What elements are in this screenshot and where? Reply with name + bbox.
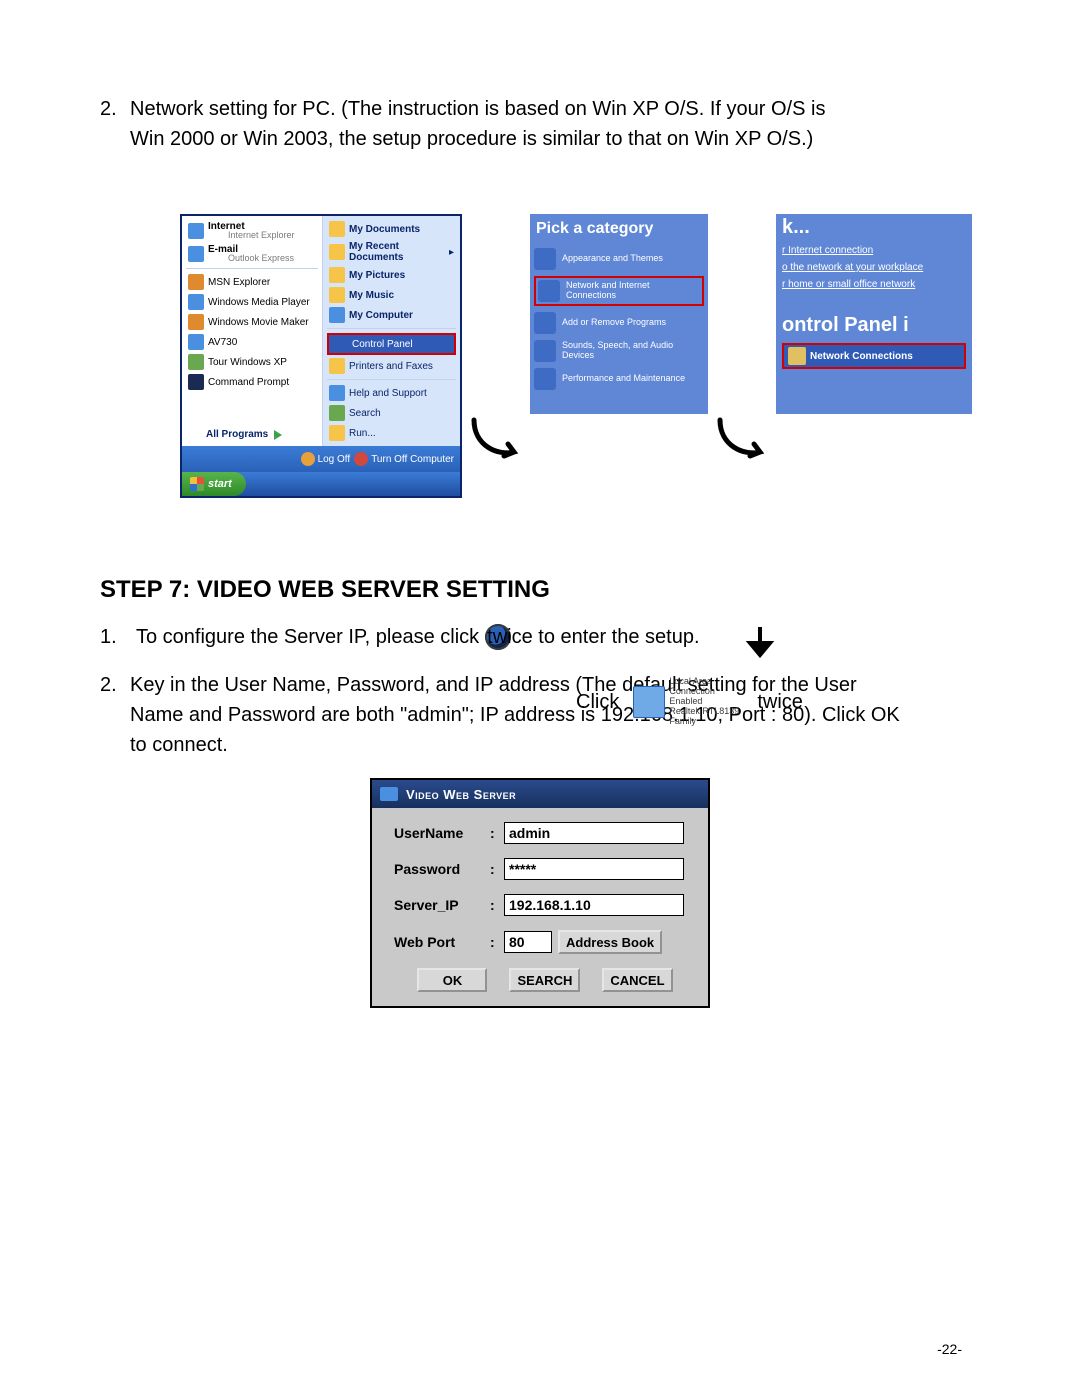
turn-off[interactable]: Turn Off Computer xyxy=(354,452,454,466)
cat-appearance[interactable]: Appearance and Themes xyxy=(534,248,704,270)
serverip-input[interactable] xyxy=(504,894,684,916)
mail-icon xyxy=(188,246,204,262)
cat-sounds[interactable]: Sounds, Speech, and Audio Devices xyxy=(534,340,704,362)
username-input[interactable] xyxy=(504,822,684,844)
appearance-icon xyxy=(534,248,556,270)
start-av730[interactable]: AV730 xyxy=(186,333,318,351)
my-recent-docs[interactable]: My Recent Documents▸ xyxy=(327,240,456,264)
username-label: UserName xyxy=(394,825,484,841)
task-internet[interactable]: r Internet connection xyxy=(782,245,966,256)
addremove-icon xyxy=(534,312,556,334)
pick-category-title: Pick a category xyxy=(536,220,704,238)
control-panel-categories: Pick a category Appearance and Themes Ne… xyxy=(530,214,708,414)
taskbar: start xyxy=(182,472,460,496)
wmm-icon xyxy=(188,314,204,330)
twice-label: twice xyxy=(757,691,803,714)
my-computer[interactable]: My Computer xyxy=(327,306,456,324)
msn-icon xyxy=(188,274,204,290)
arrow-icon xyxy=(712,414,772,454)
sounds-icon xyxy=(534,340,556,362)
wmp-icon xyxy=(188,294,204,310)
search-icon xyxy=(329,405,345,421)
cat-addremove[interactable]: Add or Remove Programs xyxy=(534,312,704,334)
folder-icon xyxy=(329,221,345,237)
turnoff-icon xyxy=(354,452,368,466)
my-pictures[interactable]: My Pictures xyxy=(327,266,456,284)
password-label: Password xyxy=(394,861,484,877)
run-icon xyxy=(329,425,345,441)
log-off[interactable]: Log Off xyxy=(301,452,351,466)
search-item[interactable]: Search xyxy=(327,404,456,422)
logoff-icon xyxy=(301,452,315,466)
control-panel-item[interactable]: Control Panel xyxy=(327,333,456,355)
run-item[interactable]: Run... xyxy=(327,424,456,442)
folder-icon xyxy=(329,267,345,283)
network-tasks-pane: k... r Internet connection o the network… xyxy=(776,214,972,414)
start-internet[interactable]: InternetInternet Explorer xyxy=(186,220,318,241)
start-email[interactable]: E-mailOutlook Express xyxy=(186,243,318,264)
network-icon xyxy=(538,280,560,302)
lan-icon xyxy=(633,686,665,718)
start-msn[interactable]: MSN Explorer xyxy=(186,273,318,291)
cancel-button[interactable]: CANCEL xyxy=(602,968,672,992)
folder-icon xyxy=(329,287,345,303)
arrow-icon xyxy=(466,414,526,454)
webport-label: Web Port xyxy=(394,934,484,950)
arrow-down-icon xyxy=(740,625,780,670)
help-icon xyxy=(329,385,345,401)
ok-button[interactable]: OK xyxy=(417,968,487,992)
start-wmm[interactable]: Windows Movie Maker xyxy=(186,313,318,331)
help-support[interactable]: Help and Support xyxy=(327,384,456,402)
start-button[interactable]: start xyxy=(182,472,246,496)
search-button[interactable]: SEARCH xyxy=(509,968,580,992)
password-input[interactable] xyxy=(504,858,684,880)
figure-row: InternetInternet Explorer E-mailOutlook … xyxy=(180,214,980,504)
video-web-server-dialog: Video Web Server UserName: Password: Ser… xyxy=(370,778,710,1008)
step7-heading: STEP 7: VIDEO WEB SERVER SETTING xyxy=(100,576,980,604)
start-cmd[interactable]: Command Prompt xyxy=(186,373,318,391)
cmd-icon xyxy=(188,374,204,390)
dialog-icon xyxy=(380,787,398,801)
page-number: -22- xyxy=(937,1341,962,1357)
webport-input[interactable] xyxy=(504,931,552,953)
printers-faxes[interactable]: Printers and Faxes xyxy=(327,357,456,375)
start-footer: Log Off Turn Off Computer xyxy=(182,446,460,472)
click-label: Click xyxy=(576,691,619,714)
all-programs[interactable]: All Programs xyxy=(186,425,318,446)
serverip-label: Server_IP xyxy=(394,897,484,913)
my-music[interactable]: My Music xyxy=(327,286,456,304)
windows-flag-icon xyxy=(190,477,204,491)
my-documents[interactable]: My Documents xyxy=(327,220,456,238)
nc-icon xyxy=(788,347,806,365)
ie-icon xyxy=(188,223,204,239)
dialog-title-bar: Video Web Server xyxy=(372,780,708,808)
task-workplace[interactable]: o the network at your workplace xyxy=(782,262,966,273)
intro-paragraph: 2.Network setting for PC. (The instructi… xyxy=(100,94,980,154)
printer-icon xyxy=(329,358,345,374)
task-home[interactable]: r home or small office network xyxy=(782,279,966,290)
lan-connection-icon[interactable]: Local Area Connection Enabled Realtek RT… xyxy=(633,680,743,724)
av-icon xyxy=(188,334,204,350)
folder-icon xyxy=(329,244,345,260)
k-heading: k... xyxy=(782,216,966,239)
perf-icon xyxy=(534,368,556,390)
triangle-icon xyxy=(274,430,282,440)
tour-icon xyxy=(188,354,204,370)
control-panel-icon xyxy=(332,336,348,352)
cat-perf[interactable]: Performance and Maintenance xyxy=(534,368,704,390)
lan-click-row: Click Local Area Connection Enabled Real… xyxy=(576,680,803,724)
network-connections-icon[interactable]: Network Connections xyxy=(782,343,966,369)
start-wmp[interactable]: Windows Media Player xyxy=(186,293,318,311)
computer-icon xyxy=(329,307,345,323)
address-book-button[interactable]: Address Book xyxy=(558,930,662,954)
control-panel-icon-title: ontrol Panel i xyxy=(782,314,966,337)
step7-item1: 1. To configure the Server IP, please cl… xyxy=(100,622,980,652)
start-menu: InternetInternet Explorer E-mailOutlook … xyxy=(180,214,462,498)
cat-network[interactable]: Network and Internet Connections xyxy=(534,276,704,306)
start-tour[interactable]: Tour Windows XP xyxy=(186,353,318,371)
step7-item2: 2.Key in the User Name, Password, and IP… xyxy=(100,670,980,760)
